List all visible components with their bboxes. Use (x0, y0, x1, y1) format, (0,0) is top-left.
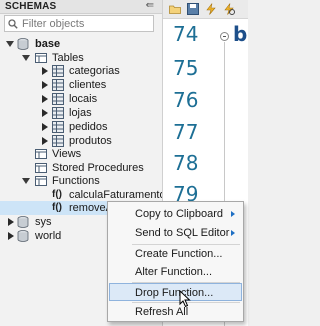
functions-folder-icon (35, 176, 47, 186)
mouse-cursor-icon (179, 290, 191, 308)
views-folder-icon (35, 149, 47, 159)
tree-item-table[interactable]: locais (0, 92, 162, 106)
tables-folder-icon (35, 53, 47, 63)
database-icon (17, 38, 29, 50)
table-label: lojas (69, 107, 92, 119)
filter-field[interactable] (4, 15, 154, 32)
editor-toolbar (163, 0, 248, 19)
tree-item-table[interactable]: clientes (0, 78, 162, 92)
expanded-arrow-icon[interactable] (6, 37, 14, 51)
submenu-arrow-icon (231, 211, 235, 217)
menu-item-copy-to-clipboard[interactable]: Copy to Clipboard (109, 205, 242, 223)
menu-item-create-function[interactable]: Create Function... (109, 245, 242, 263)
tree-item-function[interactable]: f() calculaFaturamento (0, 188, 166, 202)
tree-item-table[interactable]: lojas (0, 106, 162, 120)
line-number: 75 (173, 56, 199, 80)
line-number: 78 (173, 151, 199, 175)
submenu-arrow-icon (231, 230, 235, 236)
table-label: categorias (69, 65, 120, 77)
table-icon (52, 135, 64, 147)
folder-label: Functions (52, 175, 100, 187)
function-label: calculaFaturamento (69, 189, 166, 201)
database-icon (17, 216, 29, 228)
function-icon: f() (52, 202, 62, 213)
function-icon: f() (52, 189, 62, 200)
tree-item-table[interactable]: categorias (0, 64, 162, 78)
panel-header: SCHEMAS ⇚ (0, 0, 162, 14)
open-file-icon[interactable] (169, 3, 181, 15)
context-menu: Copy to Clipboard Send to SQL Editor Cre… (107, 201, 244, 322)
menu-item-label: Create Function... (135, 248, 223, 260)
execute-icon[interactable] (205, 3, 217, 15)
menu-item-label: Copy to Clipboard (135, 208, 224, 220)
menu-item-label: Send to SQL Editor (135, 227, 230, 239)
folder-label: Tables (52, 52, 84, 64)
tree-item-views[interactable]: Views (0, 147, 162, 161)
collapsed-arrow-icon[interactable] (40, 106, 48, 120)
save-icon[interactable] (187, 3, 199, 15)
procedures-folder-icon (35, 163, 47, 173)
explain-icon[interactable] (223, 3, 235, 15)
collapsed-arrow-icon[interactable] (40, 134, 48, 148)
tree-item-table[interactable]: produtos (0, 134, 162, 148)
collapsed-arrow-icon[interactable] (6, 229, 14, 243)
search-icon (8, 19, 18, 29)
folder-label: Views (52, 148, 82, 160)
line-number: 74 (173, 22, 199, 46)
table-label: pedidos (69, 121, 108, 133)
line-number: 77 (173, 120, 199, 144)
menu-item-refresh-all[interactable]: Refresh All (109, 303, 242, 321)
tree-item-base[interactable]: base (0, 37, 162, 51)
table-icon (52, 79, 64, 91)
line-number: 76 (173, 88, 199, 112)
collapsed-arrow-icon[interactable] (40, 64, 48, 78)
schema-label: sys (35, 216, 52, 228)
tree-item-functions[interactable]: Functions (0, 174, 162, 188)
table-label: produtos (69, 135, 112, 147)
filter-input[interactable] (22, 16, 150, 31)
table-icon (52, 107, 64, 119)
collapsed-arrow-icon[interactable] (40, 78, 48, 92)
collapsed-arrow-icon[interactable] (40, 92, 48, 106)
tree-item-table[interactable]: pedidos (0, 120, 162, 134)
collapsed-arrow-icon[interactable] (6, 215, 14, 229)
menu-item-label: Alter Function... (135, 266, 213, 278)
panel-title: SCHEMAS (5, 1, 57, 12)
schema-label: base (35, 38, 61, 50)
folder-label: Stored Procedures (52, 162, 144, 174)
table-icon (52, 121, 64, 133)
menu-item-alter-function[interactable]: Alter Function... (109, 263, 242, 281)
tree-item-tables[interactable]: Tables (0, 51, 162, 65)
menu-item-label: Drop Function... (135, 287, 214, 299)
schema-label: world (35, 230, 62, 242)
menu-item-drop-function[interactable]: Drop Function... (109, 283, 242, 301)
table-label: locais (69, 93, 98, 105)
expanded-arrow-icon[interactable] (22, 174, 30, 188)
collapse-icon[interactable]: ⇚ (146, 0, 154, 11)
menu-item-send-to-sql-editor[interactable]: Send to SQL Editor (109, 224, 242, 242)
code-text: b (233, 22, 248, 46)
tree-item-stored-procedures[interactable]: Stored Procedures (0, 161, 162, 175)
expanded-arrow-icon[interactable] (22, 51, 30, 65)
database-icon (17, 230, 29, 242)
table-icon (52, 65, 64, 77)
collapsed-arrow-icon[interactable] (40, 120, 48, 134)
table-label: clientes (69, 79, 107, 91)
table-icon (52, 93, 64, 105)
fold-toggle-icon[interactable] (220, 32, 229, 41)
